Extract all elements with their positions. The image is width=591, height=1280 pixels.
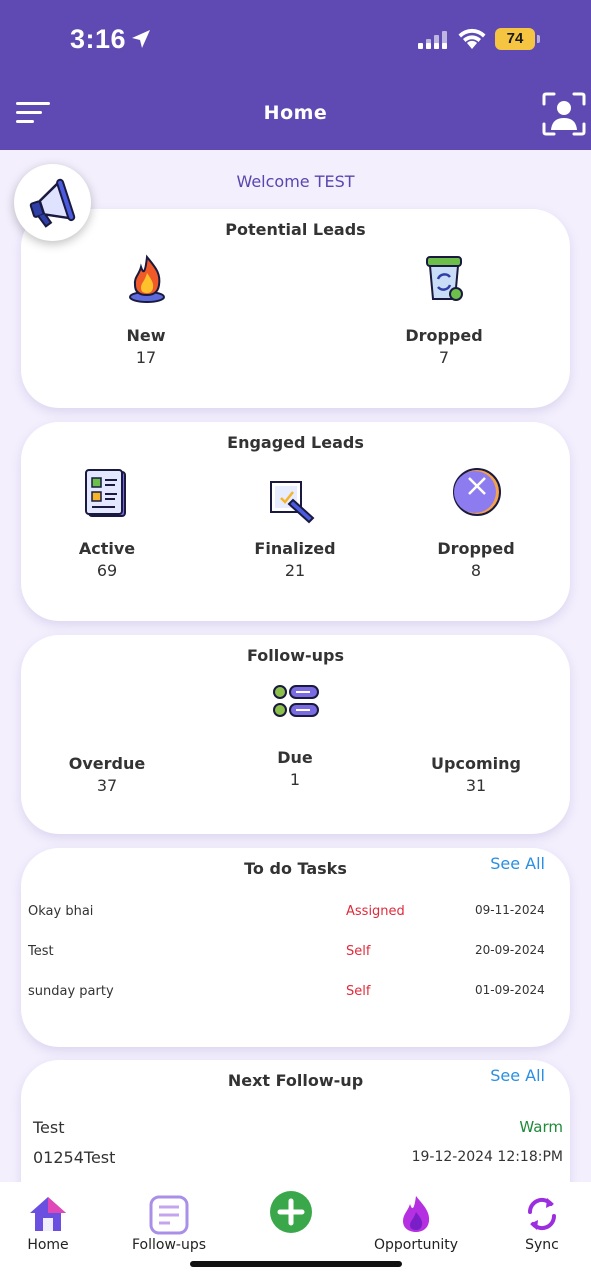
megaphone-icon [29,178,75,228]
stat-overdue[interactable]: Overdue 37 [37,754,177,795]
stat-due[interactable]: Due 1 [225,748,365,789]
tab-label: Home [27,1237,69,1253]
fire-icon [125,253,169,309]
tab-label: Follow-ups [131,1237,207,1253]
stat-value: 17 [135,348,157,367]
task-name: Okay bhai [28,904,94,919]
followups-card: Follow-ups Overdue 37 Due 1 Upcoming 31 [21,635,570,834]
page-title: Home [263,102,328,124]
checklist-icon [83,466,129,522]
stat-value: 37 [96,776,118,795]
notes-icon [148,1194,190,1240]
cellular-signal-icon [418,31,450,53]
battery-icon: 74 [495,28,535,50]
task-row[interactable]: sunday party Self 01-09-2024 [21,983,570,1014]
megaphone-button[interactable] [14,164,91,241]
add-icon [269,1190,313,1238]
followup-id: 01254Test [33,1148,116,1167]
potential-leads-card: Potential Leads New 17 Dropped 7 [21,209,570,408]
stat-value: 21 [284,561,306,580]
see-all-link[interactable]: See All [490,1066,545,1085]
card-title: Next Follow-up [227,1071,364,1090]
profile-icon[interactable] [542,92,586,136]
todo-tasks-card: To do Tasks See All Okay bhai Assigned 0… [21,848,570,1047]
welcome-text: Welcome TEST [236,172,355,191]
card-title: To do Tasks [244,859,347,878]
stat-value: 1 [289,770,301,789]
stat-upcoming[interactable]: Upcoming 31 [406,754,546,795]
task-row[interactable]: Test Self 20-09-2024 [21,943,570,974]
tab-add[interactable] [236,1182,346,1262]
location-arrow-icon [130,28,152,54]
top-bar: 3:16 74 Home [0,0,591,150]
stat-label: Overdue [68,754,146,773]
stat-value: 31 [465,776,487,795]
tab-sync[interactable]: Sync [487,1182,591,1262]
flame-icon [399,1194,433,1238]
task-type: Self [346,944,371,959]
tab-home[interactable]: Home [0,1182,103,1262]
list-toggle-icon [272,682,320,724]
recycle-bin-icon [421,253,467,309]
task-date: 20-09-2024 [475,943,545,957]
stat-label: Upcoming [431,754,521,773]
see-all-link[interactable]: See All [490,854,545,873]
tab-opportunity[interactable]: Opportunity [361,1182,471,1262]
task-type: Assigned [346,904,405,919]
card-title: Potential Leads [225,220,366,239]
stat-dropped[interactable]: Dropped 8 [406,539,546,580]
task-date: 09-11-2024 [475,903,545,917]
stat-label: Due [277,748,313,767]
task-name: Test [28,944,54,959]
task-name: sunday party [28,984,114,999]
stat-value: 8 [470,561,482,580]
stat-finalized[interactable]: Finalized 21 [225,539,365,580]
followup-datetime: 19-12-2024 12:18:PM [411,1149,563,1165]
home-indicator [190,1261,402,1267]
stat-label: Finalized [254,539,336,558]
stat-label: Dropped [437,539,515,558]
task-type: Self [346,984,371,999]
stat-label: Active [78,539,136,558]
sync-icon [524,1194,560,1238]
home-icon [28,1194,68,1238]
task-row[interactable]: Okay bhai Assigned 09-11-2024 [21,903,570,934]
tab-label: Sync [525,1237,559,1253]
wifi-icon [457,28,487,54]
followup-name[interactable]: Test [33,1118,65,1137]
stat-value: 69 [96,561,118,580]
battery-tip [537,35,540,43]
card-title: Follow-ups [246,646,345,665]
stat-label: New [126,326,166,345]
stat-label: Dropped [405,326,483,345]
dropped-circle-icon [451,466,503,522]
followup-status: Warm [519,1118,563,1136]
engaged-leads-card: Engaged Leads Active 69 Finalized 21 Dro… [21,422,570,621]
tab-label: Opportunity [373,1237,458,1253]
status-bar: 3:16 74 [0,22,591,62]
tab-followups[interactable]: Follow-ups [114,1182,224,1262]
card-title: Engaged Leads [227,433,364,452]
stat-new[interactable]: New 17 [76,326,216,367]
stat-dropped[interactable]: Dropped 7 [374,326,514,367]
stat-value: 7 [438,348,450,367]
stat-active[interactable]: Active 69 [37,539,177,580]
status-time: 3:16 [70,24,127,54]
task-date: 01-09-2024 [475,983,545,997]
sign-document-icon [269,478,317,530]
